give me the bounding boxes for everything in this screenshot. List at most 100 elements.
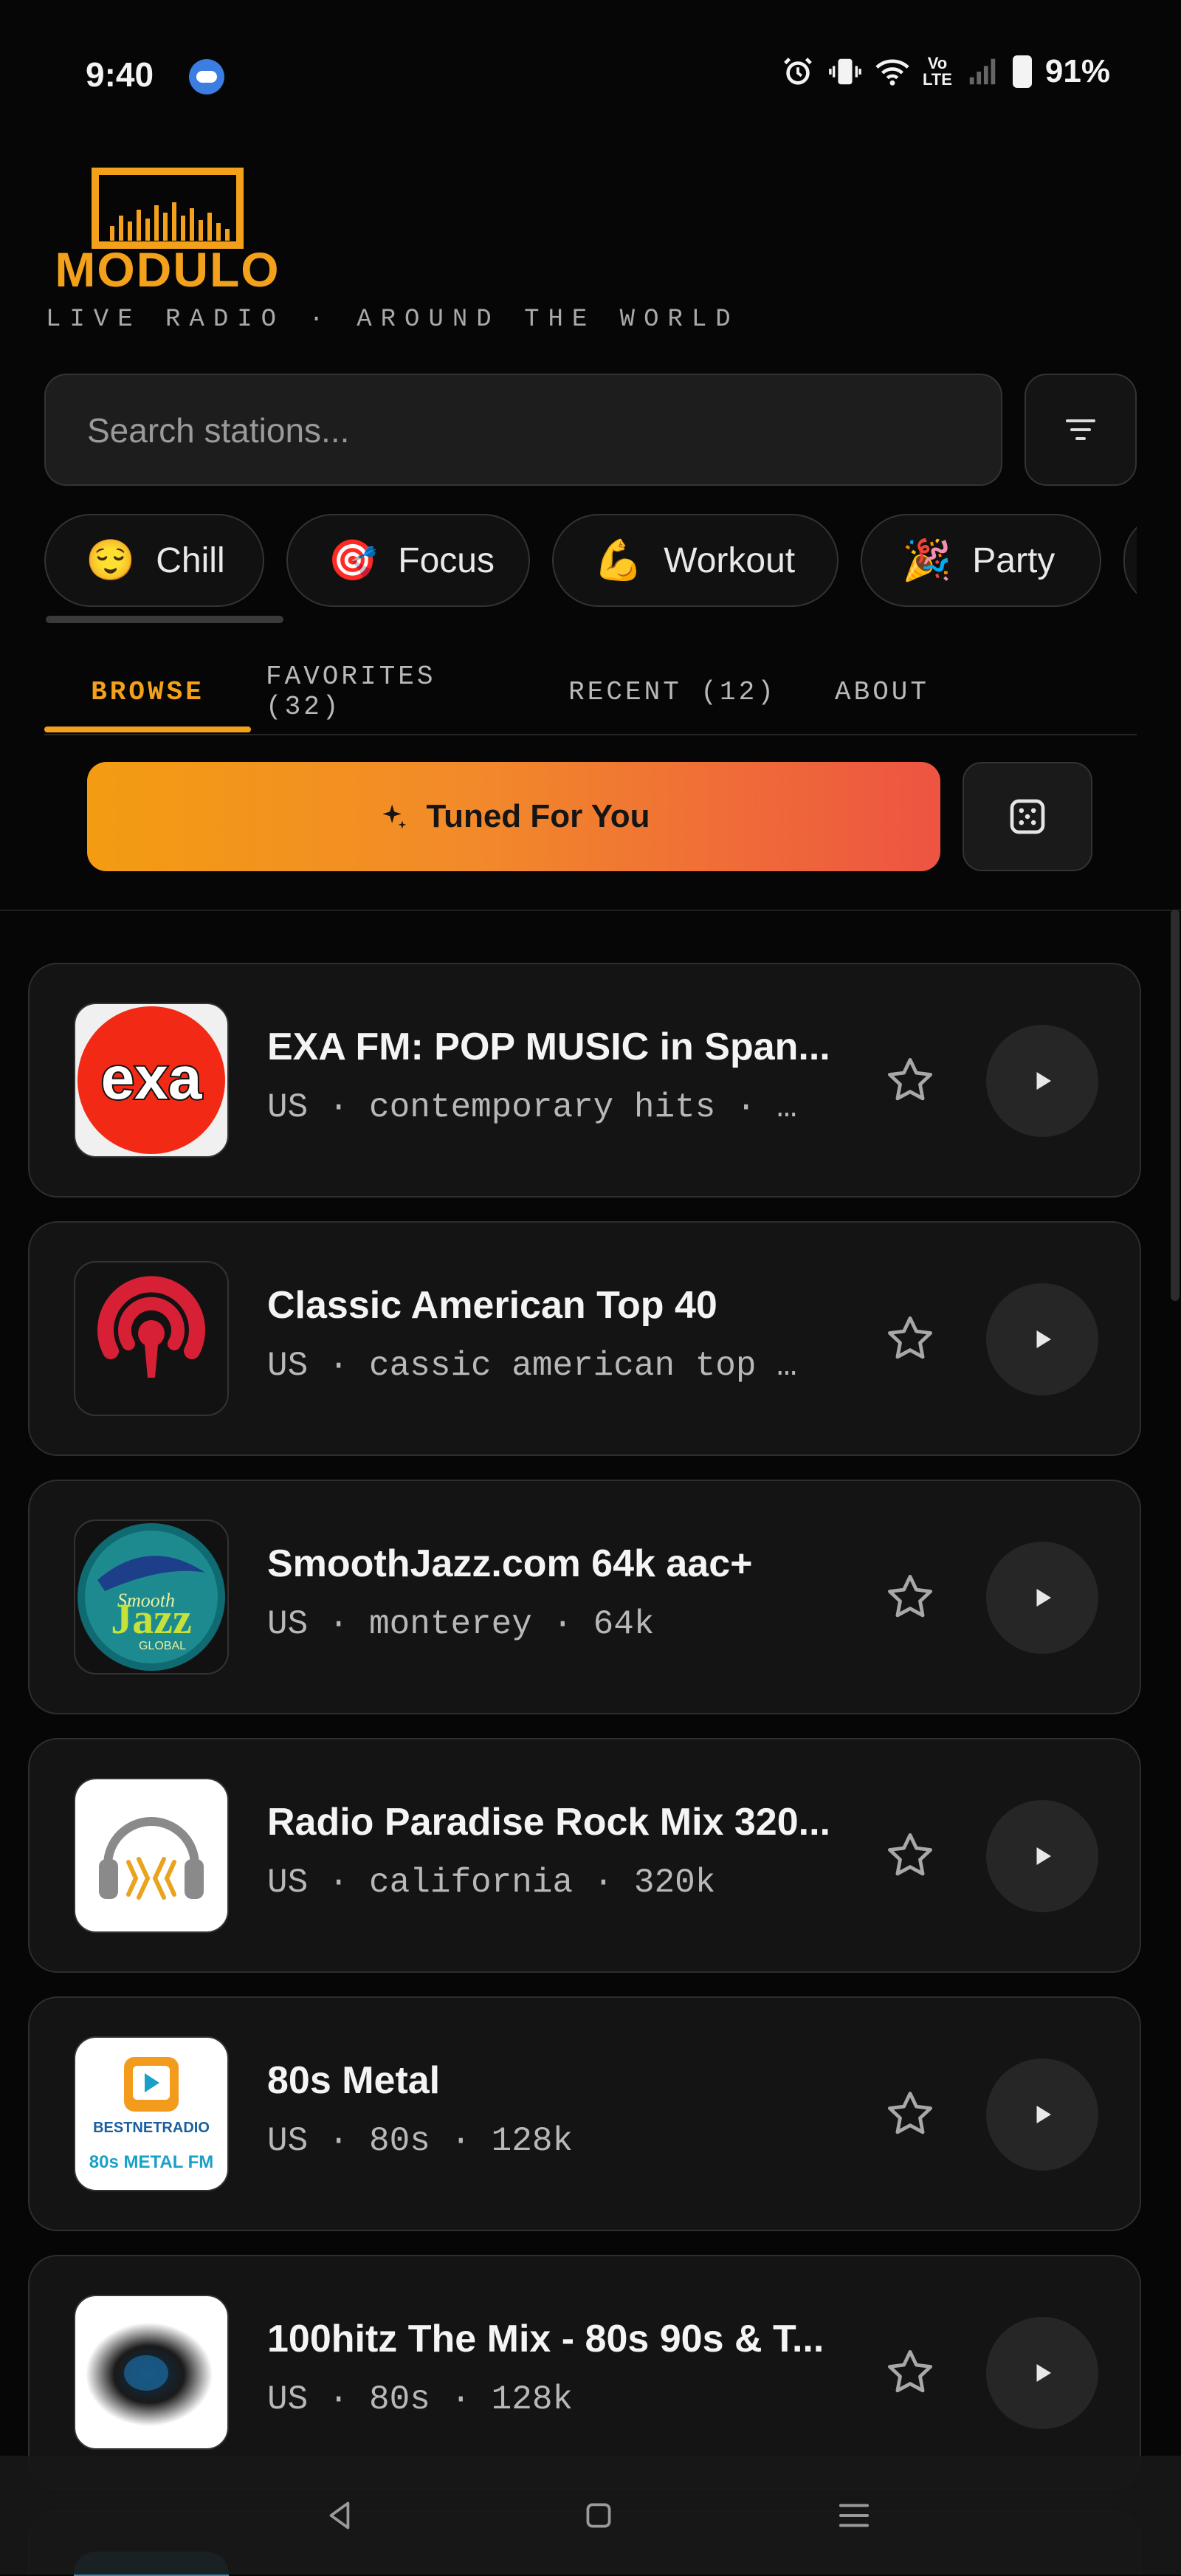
status-time: 9:40 bbox=[86, 55, 154, 94]
tuned-for-you-button[interactable]: Tuned For You bbox=[87, 762, 940, 871]
station-meta: US · cassic american top … bbox=[267, 1347, 797, 1385]
favorite-button[interactable] bbox=[877, 1047, 943, 1113]
svg-text:Jazz: Jazz bbox=[111, 1595, 192, 1643]
battery-icon bbox=[1012, 55, 1032, 88]
volte-indicator: Vo LTE bbox=[923, 54, 952, 89]
svg-text:exa: exa bbox=[101, 1045, 203, 1112]
station-card[interactable]: exa EXA FM: POP MUSIC in Span... US · co… bbox=[28, 963, 1141, 1198]
station-logo: exa bbox=[74, 1003, 229, 1158]
tab-bar: BROWSE FAVORITES (32) RECENT (12) ABOUT bbox=[44, 650, 1137, 735]
app-logo: MODULO bbox=[46, 167, 289, 297]
play-button[interactable] bbox=[986, 1542, 1098, 1654]
back-icon bbox=[329, 2501, 350, 2529]
tuned-for-you-label: Tuned For You bbox=[426, 798, 650, 834]
mood-chip-more[interactable] bbox=[1123, 514, 1137, 607]
station-meta: US · california · 320k bbox=[267, 1864, 716, 1902]
logo-wordmark: MODULO bbox=[55, 242, 280, 292]
star-icon bbox=[888, 1316, 932, 1359]
station-card[interactable]: 100hitz The Mix - 80s 90s & T... US · 80… bbox=[28, 2255, 1141, 2490]
tab-about[interactable]: ABOUT bbox=[827, 650, 937, 734]
station-meta: US · monterey · 64k bbox=[267, 1605, 655, 1644]
play-icon bbox=[1036, 1847, 1051, 1865]
favorite-button[interactable] bbox=[877, 1564, 943, 1630]
weather-icon bbox=[189, 59, 224, 95]
tab-browse[interactable]: BROWSE bbox=[74, 650, 221, 734]
play-button[interactable] bbox=[986, 1025, 1098, 1137]
mood-chip-chill[interactable]: 😌 Chill bbox=[44, 514, 264, 607]
search-input[interactable] bbox=[86, 375, 960, 486]
alarm-icon bbox=[784, 58, 812, 85]
play-icon bbox=[1036, 1330, 1051, 1348]
favorite-button[interactable] bbox=[877, 1305, 943, 1372]
vibrate-icon bbox=[829, 58, 861, 85]
recents-button[interactable] bbox=[821, 2482, 887, 2549]
favorite-button[interactable] bbox=[877, 2081, 943, 2147]
play-icon bbox=[1036, 1589, 1051, 1607]
station-card[interactable]: BESTNETRADIO 80s METAL FM 80s Metal US ·… bbox=[28, 1996, 1141, 2231]
random-station-button[interactable] bbox=[963, 762, 1092, 871]
play-button[interactable] bbox=[986, 2317, 1098, 2429]
play-button[interactable] bbox=[986, 1283, 1098, 1395]
mood-chip-party[interactable]: 🎉 Party bbox=[861, 514, 1101, 607]
mood-chip-workout[interactable]: 💪 Workout bbox=[552, 514, 839, 607]
station-logo: Smooth Jazz GLOBAL bbox=[74, 1519, 229, 1675]
svg-text:80s METAL FM: 80s METAL FM bbox=[89, 2152, 213, 2172]
star-icon bbox=[888, 1833, 932, 1876]
station-logo bbox=[74, 1261, 229, 1416]
station-meta: US · 80s · 128k bbox=[267, 2122, 574, 2160]
tab-active-indicator bbox=[44, 727, 251, 732]
favorite-button[interactable] bbox=[877, 2339, 943, 2405]
header-divider bbox=[0, 910, 1181, 911]
play-icon bbox=[1036, 2364, 1051, 2382]
system-nav-bar bbox=[0, 2456, 1181, 2575]
dice-icon bbox=[1010, 799, 1045, 834]
svg-text:BESTNETRADIO: BESTNETRADIO bbox=[93, 2120, 210, 2136]
list-scrollbar[interactable] bbox=[1171, 910, 1180, 1301]
status-icons: Vo LTE 91% bbox=[781, 53, 1110, 90]
mood-chip-label: Workout bbox=[664, 540, 796, 580]
station-name: 100hitz The Mix - 80s 90s & T... bbox=[267, 2318, 824, 2360]
filter-icon bbox=[1066, 419, 1095, 440]
home-icon bbox=[586, 2503, 611, 2528]
play-button[interactable] bbox=[986, 1800, 1098, 1912]
chip-scroll-indicator bbox=[46, 616, 283, 623]
wifi-icon bbox=[875, 59, 909, 86]
station-logo bbox=[74, 1778, 229, 1933]
favorite-button[interactable] bbox=[877, 1822, 943, 1889]
home-button[interactable] bbox=[565, 2482, 632, 2549]
back-button[interactable] bbox=[307, 2482, 373, 2549]
station-card[interactable]: Classic American Top 40 US · cassic amer… bbox=[28, 1221, 1141, 1456]
mood-chip-label: Party bbox=[972, 540, 1056, 580]
battery-percent: 91% bbox=[1044, 53, 1110, 89]
party-popper-icon: 🎉 bbox=[902, 537, 952, 583]
station-logo: BESTNETRADIO 80s METAL FM bbox=[74, 2036, 229, 2191]
play-button[interactable] bbox=[986, 2058, 1098, 2171]
play-icon bbox=[1036, 1072, 1051, 1090]
target-icon: 🎯 bbox=[328, 537, 378, 583]
station-card[interactable]: Radio Paradise Rock Mix 320... US · cali… bbox=[28, 1738, 1141, 1973]
mood-chip-label: Focus bbox=[398, 540, 495, 580]
filter-button[interactable] bbox=[1025, 374, 1137, 486]
star-icon bbox=[888, 1058, 932, 1101]
flexed-biceps-icon: 💪 bbox=[593, 537, 644, 583]
search-box bbox=[44, 374, 1002, 486]
menu-icon bbox=[839, 2504, 870, 2527]
mood-chip-label: Chill bbox=[156, 540, 225, 580]
svg-text:GLOBAL: GLOBAL bbox=[139, 1640, 186, 1652]
sparkle-icon bbox=[382, 804, 407, 829]
tab-favorites[interactable]: FAVORITES (32) bbox=[266, 650, 517, 734]
star-icon bbox=[888, 1575, 932, 1618]
mood-chip-row[interactable]: 😌 Chill 🎯 Focus 💪 Workout 🎉 Party bbox=[44, 514, 1137, 610]
tab-recent[interactable]: RECENT (12) bbox=[565, 650, 779, 734]
mood-chip-focus[interactable]: 🎯 Focus bbox=[286, 514, 530, 607]
station-name: SmoothJazz.com 64k aac+ bbox=[267, 1542, 753, 1585]
play-icon bbox=[1036, 2106, 1051, 2123]
station-card[interactable]: Smooth Jazz GLOBAL SmoothJazz.com 64k aa… bbox=[28, 1480, 1141, 1714]
app-tagline: LIVE RADIO · AROUND THE WORLD bbox=[46, 306, 740, 334]
signal-icon bbox=[969, 58, 996, 85]
station-logo bbox=[74, 2295, 229, 2450]
relieved-face-icon: 😌 bbox=[86, 537, 136, 583]
station-meta: US · contemporary hits · … bbox=[267, 1088, 797, 1127]
station-name: Radio Paradise Rock Mix 320... bbox=[267, 1801, 830, 1844]
station-name: EXA FM: POP MUSIC in Span... bbox=[267, 1026, 830, 1068]
